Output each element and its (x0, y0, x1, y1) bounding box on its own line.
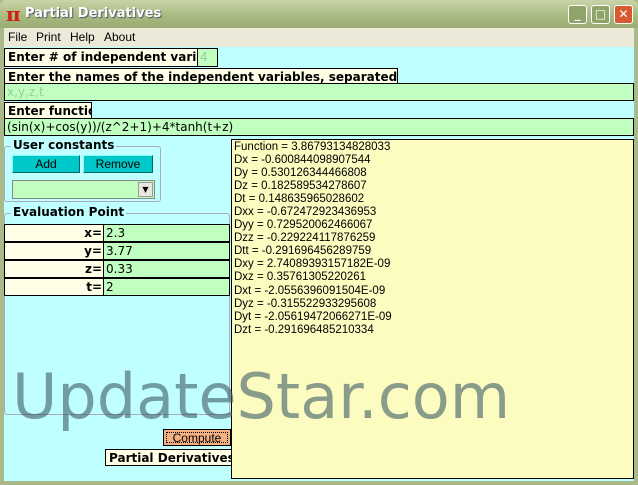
result-line: Dzz = -0.229224117876259 (234, 232, 376, 245)
var-t-label: t= (4, 278, 104, 296)
close-button[interactable]: ✕ (614, 5, 633, 24)
partial-derivatives-label: Partial Derivatives: (105, 449, 232, 466)
user-constants-group: User constants Add Remove ▼ (4, 138, 161, 202)
result-line: Dt = 0.148635965028602 (234, 193, 365, 206)
var-x-label: x= (4, 224, 104, 242)
results-textarea[interactable]: Function = 3.86793134828033 Dx = -0.6008… (231, 139, 634, 479)
compute-button[interactable]: Compute (163, 429, 231, 446)
var-t-input[interactable]: 2 (103, 278, 230, 296)
result-line: Dz = 0.182589534278607 (234, 180, 367, 193)
result-line: Dtt = -0.291696456289759 (234, 245, 372, 258)
constants-combobox[interactable]: ▼ (12, 180, 155, 199)
result-line: Dxz = 0.35761305220261 (234, 271, 367, 284)
var-z-input[interactable]: 0.33 (103, 260, 230, 278)
var-x-input[interactable]: 2.3 (103, 224, 230, 242)
result-line: Dxx = -0.672472923436953 (234, 206, 377, 219)
client-area: Enter # of independent variables: 4 Ente… (4, 47, 634, 481)
menu-print[interactable]: Print (36, 30, 61, 44)
remove-button[interactable]: Remove (83, 155, 153, 173)
result-line: Dyz = -0.315522933295608 (234, 297, 377, 310)
result-line: Dy = 0.530126344466808 (234, 167, 367, 180)
num-vars-label: Enter # of independent variables: (4, 48, 198, 67)
var-y-input[interactable]: 3.77 (103, 242, 230, 260)
title-bar: π Partial Derivatives _ □ ✕ (0, 0, 638, 28)
add-button[interactable]: Add (12, 155, 80, 173)
menu-bar: File Print Help About (4, 28, 634, 47)
user-constants-title: User constants (11, 138, 117, 152)
num-vars-input[interactable]: 4 (197, 48, 218, 67)
window-title: Partial Derivatives (25, 6, 162, 21)
minimize-button[interactable]: _ (568, 5, 587, 24)
maximize-button[interactable]: □ (591, 5, 610, 24)
result-line: Dxy = 2.74089393157182E-09 (234, 258, 391, 271)
var-names-input[interactable]: x,y,z,t (4, 83, 634, 101)
menu-file[interactable]: File (8, 30, 27, 44)
function-input[interactable]: (sin(x)+cos(y))/(z^2+1)+4*tanh(t+z) (4, 118, 634, 136)
result-line: Dyy = 0.729520062466067 (234, 219, 373, 232)
pi-icon: π (6, 2, 21, 26)
menu-help[interactable]: Help (70, 30, 95, 44)
menu-about[interactable]: About (104, 30, 135, 44)
function-label: Enter function: (4, 102, 92, 119)
result-line: Function = 3.86793134828033 (234, 141, 391, 153)
result-line: Dzt = -0.291696485210334 (234, 323, 374, 336)
result-line: Dx = -0.600844098907544 (234, 154, 371, 167)
var-y-label: y= (4, 242, 104, 260)
evaluation-point-title: Evaluation Point (11, 205, 127, 219)
chevron-down-icon[interactable]: ▼ (138, 182, 153, 197)
result-line: Dyt = -2.05619472066271E-09 (234, 310, 392, 323)
var-z-label: z= (4, 260, 104, 278)
result-line: Dxt = -2.0556396091504E-09 (234, 284, 386, 297)
